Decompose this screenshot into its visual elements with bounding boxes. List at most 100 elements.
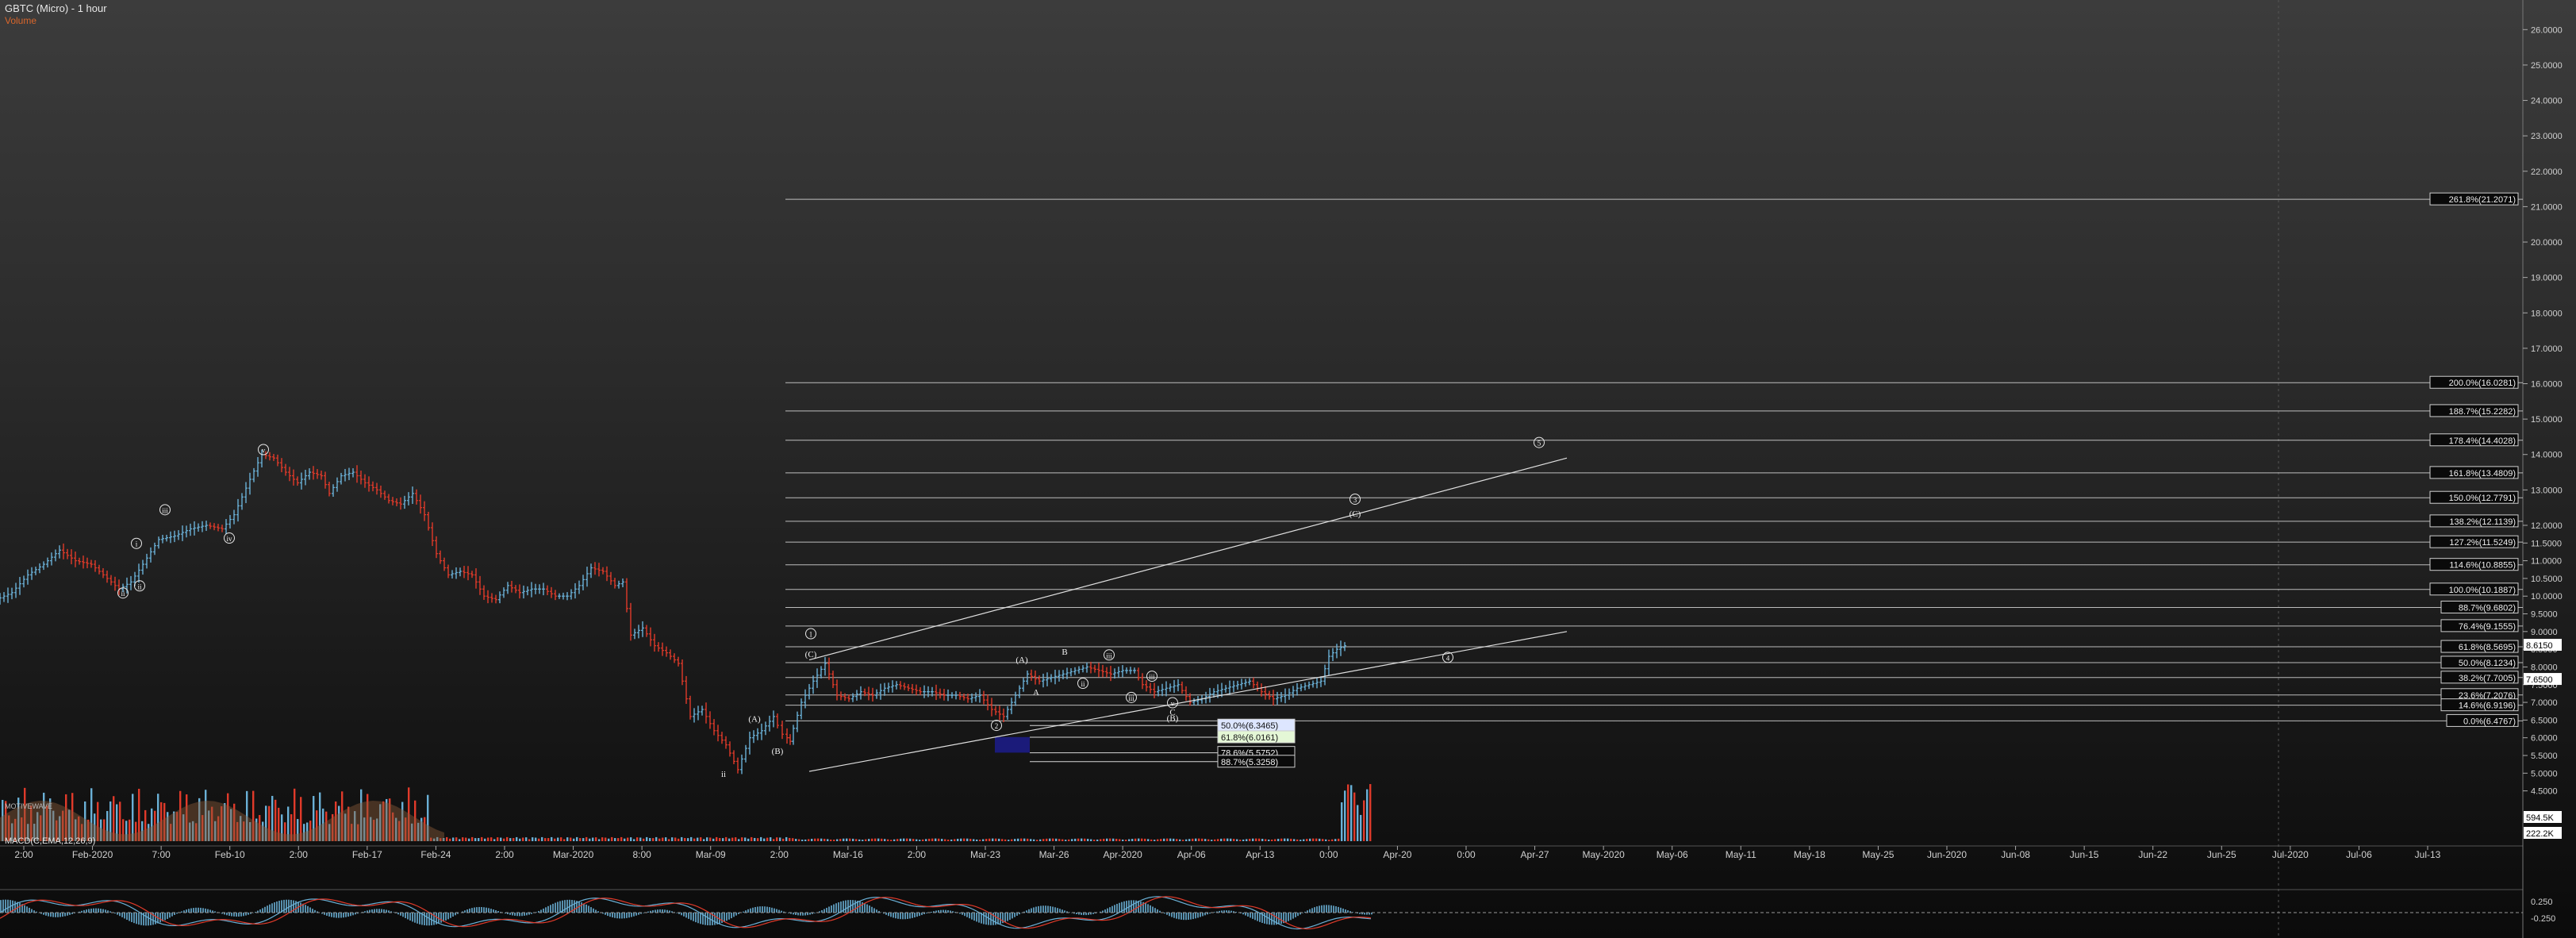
time-tick-label: 2:00 [495,849,514,860]
macd-histogram-bar [309,907,311,913]
wave-label: iv [226,535,232,543]
time-tick-label: May-25 [1862,849,1894,860]
macd-histogram-bar [131,913,132,922]
volume-bar [852,838,854,841]
wave-label: iii [162,506,168,514]
volume-bar [782,838,785,841]
volume-bar [1011,839,1013,841]
macd-histogram-bar [271,903,273,913]
macd-histogram-bar [1054,907,1056,913]
volume-bar [865,839,867,841]
macd-histogram-bar [481,907,482,913]
volume-bar [1157,839,1159,841]
macd-histogram-bar [931,911,932,913]
macd-histogram-bar [109,911,111,913]
macd-histogram-bar [209,909,211,913]
macd-histogram-bar [1314,907,1315,913]
time-tick-label: Feb-2020 [72,849,113,860]
macd-histogram-bar [340,913,342,918]
macd-histogram-bar [1183,913,1184,921]
macd-histogram-bar [750,908,751,913]
macd-histogram-bar [381,909,382,913]
volume-bar [1369,784,1372,841]
wave-label: (B) [1167,714,1179,724]
fib-level-tag: 188.7%(15.2282) [2449,407,2516,417]
price-chart[interactable]: 261.8%(21.2071) 200.0%(16.0281) 188.7%(15.… [0,0,2576,938]
macd-histogram-bar [743,911,744,913]
time-tick-label: Feb-24 [420,849,451,860]
macd-histogram-bar [81,910,83,913]
volume-bar [716,836,718,841]
volume-bar [801,840,804,841]
macd-histogram-bar [733,913,735,917]
volume-bar [817,838,820,841]
macd-histogram-bar [93,908,94,913]
macd-histogram-bar [236,913,237,917]
macd-histogram-bar [198,907,199,913]
macd-histogram-bar [754,907,756,913]
volume-bar [474,838,477,841]
macd-histogram-bar [1000,913,1001,925]
macd-histogram-bar [726,913,727,921]
volume-bar [1154,840,1156,841]
macd-histogram-bar [86,909,87,913]
wave-label: ii [137,582,142,590]
volume-bar [662,837,664,841]
macd-histogram-bar [193,908,194,913]
fib-level-tag: 161.8%(13.4809) [2449,469,2516,479]
macd-histogram-bar [1321,905,1323,913]
macd-histogram-bar [854,900,856,913]
volume-bar [525,837,528,841]
volume-bar [513,838,515,841]
macd-histogram-bar [514,913,516,916]
macd-histogram-bar [464,910,466,913]
macd-histogram-bar [845,900,847,913]
volume-bar [538,838,540,841]
macd-histogram-bar [633,913,635,917]
volume-bar [633,839,635,841]
macd-histogram-bar [102,909,104,913]
macd-histogram-bar [593,908,594,913]
volume-bar [973,839,975,841]
macd-histogram-bar [31,909,33,913]
volume-bar [1312,838,1315,841]
macd-histogram-bar [140,913,142,925]
macd-histogram-bar [466,909,468,913]
macd-histogram-bar [771,907,773,913]
volume-bar [1366,789,1369,841]
time-tick-label: May-11 [1726,849,1756,860]
volume-bar [503,838,505,841]
macd-histogram-bar [545,907,547,913]
macd-histogram-bar [364,911,366,913]
volume-bar [890,840,893,841]
volume-bar [703,839,705,841]
macd-histogram-bar [704,913,706,925]
macd-histogram-bar [978,913,980,923]
macd-histogram-bar [1092,913,1094,914]
volume-bar [931,838,934,841]
macd-histogram-bar [90,908,92,913]
macd-histogram-bar [1133,900,1134,913]
volume-bar [1242,839,1245,841]
price-tick-label: 24.0000 [2531,97,2563,106]
volume-bar [1119,839,1121,841]
macd-histogram-bar [1004,913,1006,922]
volume-bar [1039,839,1042,841]
volume-bar [627,837,629,841]
macd-histogram-bar [776,909,777,913]
volume-bar [912,839,915,841]
volume-bar [1147,839,1150,841]
price-tick-label: 5.0000 [2531,769,2558,778]
volume-bar [744,837,747,841]
macd-histogram-bar [471,908,473,913]
time-tick-label: 7:00 [152,849,171,860]
wave-label: 2 [995,722,999,730]
volume-bar [1150,839,1153,841]
macd-histogram-bar [731,913,732,919]
macd-histogram-bar [267,905,268,913]
time-tick-label: 2:00 [290,849,309,860]
volume-bar [779,837,781,841]
macd-histogram-bar [1052,906,1054,913]
macd-histogram-bar [1214,912,1215,913]
macd-histogram-bar [876,909,877,913]
